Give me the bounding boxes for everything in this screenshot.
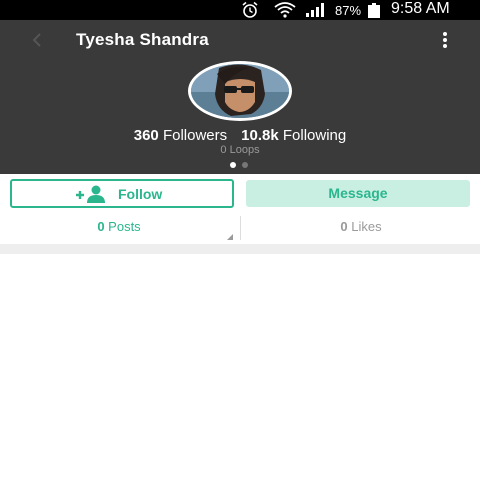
profile-name: Tyesha Shandra <box>76 30 209 49</box>
section-separator <box>0 244 480 254</box>
status-bar: 87% 9:58 AM <box>0 0 480 20</box>
add-person-icon <box>76 185 105 203</box>
alarm-icon <box>242 1 258 18</box>
followers-label: Followers <box>162 127 228 144</box>
corner-marker-icon <box>227 234 233 240</box>
likes-count: 0 <box>340 219 348 234</box>
profile-header: Tyesha Shandra 360 Followers 10.8k Follow… <box>0 20 480 174</box>
signal-icon <box>306 3 324 17</box>
avatar-portrait <box>191 64 289 118</box>
posts-label: Posts <box>108 219 141 234</box>
page-dot-active <box>230 162 236 168</box>
followers-stat[interactable]: 360 Followers <box>134 127 227 144</box>
profile-tabs: 0 Posts 0 Likes <box>0 214 480 244</box>
profile-actions: Follow Message <box>0 174 480 214</box>
following-count: 10.8k <box>241 127 279 144</box>
tab-posts[interactable]: 0 Posts <box>0 214 238 244</box>
following-stat[interactable]: 10.8k Following <box>241 127 346 144</box>
message-button[interactable]: Message <box>246 180 470 207</box>
tab-divider <box>240 216 241 240</box>
avatar[interactable] <box>186 61 294 121</box>
page-dot <box>242 162 248 168</box>
follow-button[interactable]: Follow <box>10 179 234 208</box>
wifi-icon <box>274 2 296 18</box>
clock: 9:58 AM <box>391 0 450 17</box>
page-indicator <box>229 162 253 168</box>
battery-icon <box>368 3 380 18</box>
following-label: Following <box>282 127 347 144</box>
avatar-photo <box>188 61 292 121</box>
follow-label: Follow <box>118 186 163 202</box>
posts-count: 0 <box>97 219 105 234</box>
tab-likes[interactable]: 0 Likes <box>242 214 480 244</box>
likes-label: Likes <box>351 219 382 234</box>
profile-stats: 360 Followers 10.8k Following <box>0 127 480 144</box>
more-vertical-icon[interactable] <box>438 31 452 49</box>
chevron-left-icon[interactable] <box>30 32 44 48</box>
loops-count: 0 Loops <box>220 144 260 156</box>
followers-count: 360 <box>133 127 159 144</box>
battery-percent: 87% <box>335 3 362 18</box>
posts-content-area <box>0 254 480 480</box>
